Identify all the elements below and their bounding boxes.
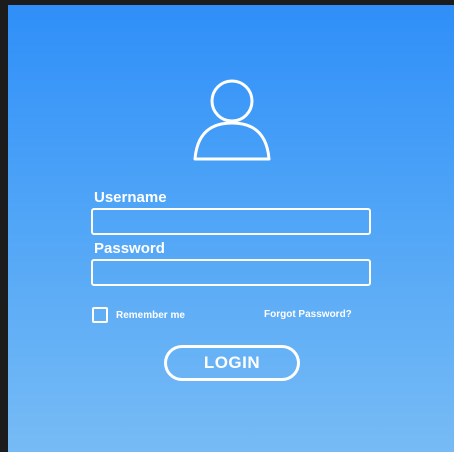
login-panel: Username Password Remember me Forgot Pas… [8, 5, 454, 452]
remember-me-checkbox[interactable]: Remember me [92, 305, 185, 325]
password-input[interactable] [91, 259, 371, 286]
password-label: Password [94, 240, 165, 257]
forgot-password-link[interactable]: Forgot Password? [264, 309, 352, 320]
user-icon [193, 79, 271, 161]
username-label: Username [94, 189, 167, 206]
checkbox-icon[interactable] [92, 307, 108, 323]
login-button[interactable]: LOGIN [164, 345, 300, 381]
username-input[interactable] [91, 208, 371, 235]
remember-me-label: Remember me [116, 309, 185, 321]
